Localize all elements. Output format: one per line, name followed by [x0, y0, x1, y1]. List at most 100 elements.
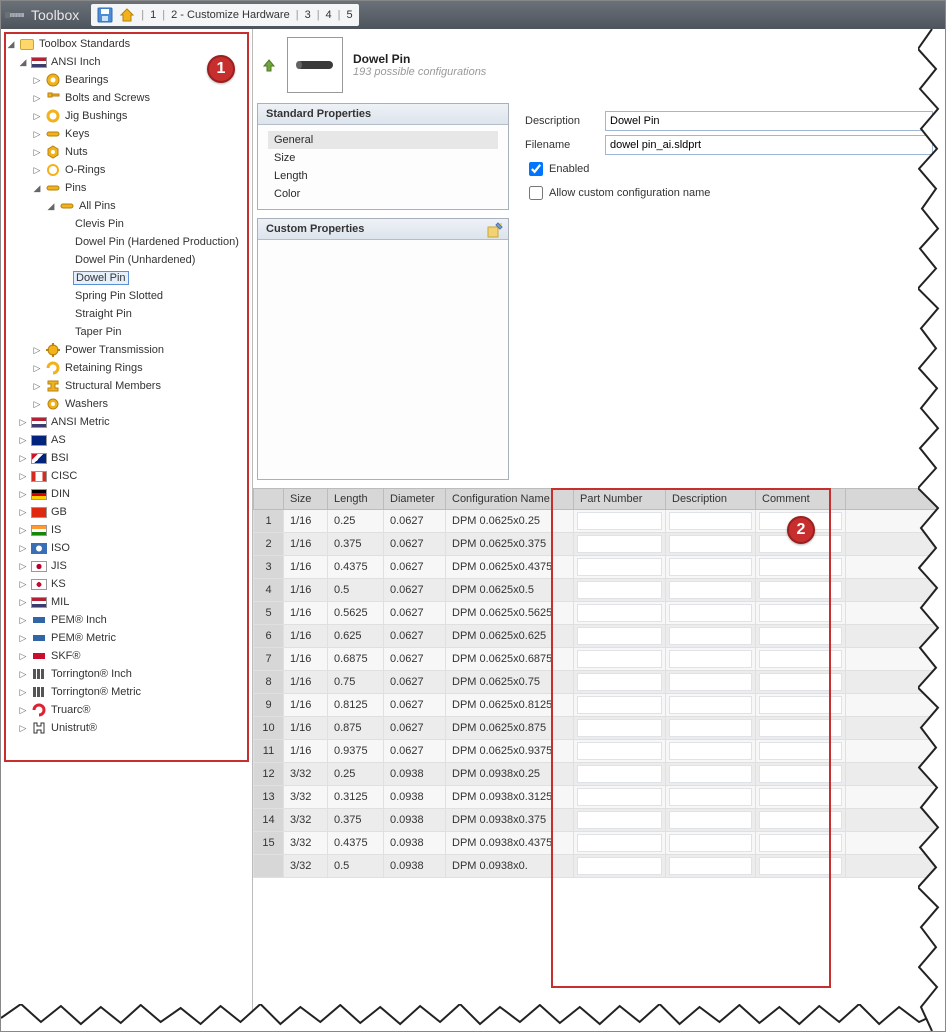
desc-cell[interactable] — [666, 533, 756, 556]
table-row[interactable]: 143/320.3750.0938DPM 0.0938x0.375 — [254, 809, 945, 832]
table-row[interactable]: 71/160.68750.0627DPM 0.0625x0.6875 — [254, 648, 945, 671]
partnum-cell[interactable] — [574, 809, 666, 832]
tree-pem-inch[interactable]: ▷PEM® Inch — [3, 611, 250, 629]
comment-cell[interactable] — [756, 671, 846, 694]
desc-cell[interactable] — [666, 717, 756, 740]
col-diameter[interactable]: Diameter — [384, 489, 446, 510]
partnum-cell[interactable] — [574, 717, 666, 740]
tree-jig[interactable]: ▷Jig Bushings — [3, 107, 250, 125]
table-row[interactable]: 21/160.3750.0627DPM 0.0625x0.375 — [254, 533, 945, 556]
tree-nuts[interactable]: ▷Nuts — [3, 143, 250, 161]
up-arrow-icon[interactable] — [261, 57, 277, 73]
filename-input[interactable] — [605, 135, 933, 155]
partnum-cell[interactable] — [574, 648, 666, 671]
desc-cell[interactable] — [666, 694, 756, 717]
col-length[interactable]: Length — [328, 489, 384, 510]
desc-cell[interactable] — [666, 740, 756, 763]
partnum-cell[interactable] — [574, 740, 666, 763]
tree-dowel-unhardened[interactable]: Dowel Pin (Unhardened) — [3, 251, 250, 269]
tree-pins[interactable]: ◢Pins — [3, 179, 250, 197]
table-row[interactable]: 81/160.750.0627DPM 0.0625x0.75 — [254, 671, 945, 694]
col-rownum[interactable] — [254, 489, 284, 510]
step-4[interactable]: 4 — [326, 9, 332, 21]
table-row[interactable]: 133/320.31250.0938DPM 0.0938x0.3125 — [254, 786, 945, 809]
desc-cell[interactable] — [666, 510, 756, 533]
description-input[interactable] — [605, 111, 933, 131]
desc-cell[interactable] — [666, 855, 756, 878]
std-prop-color[interactable]: Color — [268, 185, 498, 203]
tree-jis[interactable]: ▷JIS — [3, 557, 250, 575]
partnum-cell[interactable] — [574, 763, 666, 786]
desc-cell[interactable] — [666, 625, 756, 648]
std-prop-length[interactable]: Length — [268, 167, 498, 185]
tree-taper-pin[interactable]: Taper Pin — [3, 323, 250, 341]
comment-cell[interactable] — [756, 694, 846, 717]
desc-cell[interactable] — [666, 763, 756, 786]
comment-cell[interactable] — [756, 579, 846, 602]
std-prop-general[interactable]: General — [268, 131, 498, 149]
partnum-cell[interactable] — [574, 510, 666, 533]
step-3[interactable]: 3 — [305, 9, 311, 21]
tree-skf[interactable]: ▷SKF® — [3, 647, 250, 665]
partnum-cell[interactable] — [574, 855, 666, 878]
comment-cell[interactable] — [756, 763, 846, 786]
comment-cell[interactable] — [756, 625, 846, 648]
partnum-cell[interactable] — [574, 625, 666, 648]
tree-torr-metric[interactable]: ▷Torrington® Metric — [3, 683, 250, 701]
tree-straight-pin[interactable]: Straight Pin — [3, 305, 250, 323]
table-row[interactable]: 41/160.50.0627DPM 0.0625x0.5 — [254, 579, 945, 602]
tree-din[interactable]: ▷DIN — [3, 485, 250, 503]
tree-truarc[interactable]: ▷Truarc® — [3, 701, 250, 719]
col-partnum[interactable]: Part Number — [574, 489, 666, 510]
desc-cell[interactable] — [666, 809, 756, 832]
table-row[interactable]: 123/320.250.0938DPM 0.0938x0.25 — [254, 763, 945, 786]
tree-unistrut[interactable]: ▷Unistrut® — [3, 719, 250, 737]
tree-as[interactable]: ▷AS — [3, 431, 250, 449]
partnum-cell[interactable] — [574, 556, 666, 579]
comment-cell[interactable] — [756, 809, 846, 832]
tree-structural[interactable]: ▷Structural Members — [3, 377, 250, 395]
tree-washers[interactable]: ▷Washers — [3, 395, 250, 413]
partnum-cell[interactable] — [574, 602, 666, 625]
tree-is[interactable]: ▷IS — [3, 521, 250, 539]
partnum-cell[interactable] — [574, 671, 666, 694]
col-comment[interactable]: Comment — [756, 489, 846, 510]
std-prop-size[interactable]: Size — [268, 149, 498, 167]
tree-ansi-metric[interactable]: ▷ANSI Metric — [3, 413, 250, 431]
desc-cell[interactable] — [666, 579, 756, 602]
tree-ks[interactable]: ▷KS — [3, 575, 250, 593]
table-row[interactable]: 3/320.50.0938DPM 0.0938x0. — [254, 855, 945, 878]
col-desc[interactable]: Description — [666, 489, 756, 510]
desc-cell[interactable] — [666, 671, 756, 694]
tree-bolts[interactable]: ▷Bolts and Screws — [3, 89, 250, 107]
step-1[interactable]: 1 — [150, 9, 156, 21]
allow-custom-checkbox[interactable] — [529, 186, 543, 200]
tree-cisc[interactable]: ▷CISC — [3, 467, 250, 485]
step-5[interactable]: 5 — [347, 9, 353, 21]
tree-dowel-pin[interactable]: Dowel Pin — [3, 269, 250, 287]
table-row[interactable]: 11/160.250.0627DPM 0.0625x0.25 — [254, 510, 945, 533]
tree-torr-inch[interactable]: ▷Torrington® Inch — [3, 665, 250, 683]
desc-cell[interactable] — [666, 602, 756, 625]
tree-mil[interactable]: ▷MIL — [3, 593, 250, 611]
step-2[interactable]: 2 - Customize Hardware — [171, 9, 290, 21]
col-config[interactable]: Configuration Name — [446, 489, 574, 510]
standards-tree[interactable]: 1 ◢Toolbox Standards ◢ANSI Inch ▷Bearing… — [1, 29, 253, 1031]
partnum-cell[interactable] — [574, 579, 666, 602]
table-row[interactable]: 111/160.93750.0627DPM 0.0625x0.9375 — [254, 740, 945, 763]
desc-cell[interactable] — [666, 786, 756, 809]
desc-cell[interactable] — [666, 648, 756, 671]
table-row[interactable]: 51/160.56250.0627DPM 0.0625x0.5625 — [254, 602, 945, 625]
tree-power[interactable]: ▷Power Transmission — [3, 341, 250, 359]
table-row[interactable]: 91/160.81250.0627DPM 0.0625x0.8125 — [254, 694, 945, 717]
comment-cell[interactable] — [756, 855, 846, 878]
comment-cell[interactable] — [756, 740, 846, 763]
table-row[interactable]: 101/160.8750.0627DPM 0.0625x0.875 — [254, 717, 945, 740]
desc-cell[interactable] — [666, 832, 756, 855]
tree-iso[interactable]: ▷ISO — [3, 539, 250, 557]
home-icon[interactable] — [119, 7, 135, 23]
tree-keys[interactable]: ▷Keys — [3, 125, 250, 143]
tree-retaining[interactable]: ▷Retaining Rings — [3, 359, 250, 377]
partnum-cell[interactable] — [574, 694, 666, 717]
save-icon[interactable] — [97, 7, 113, 23]
